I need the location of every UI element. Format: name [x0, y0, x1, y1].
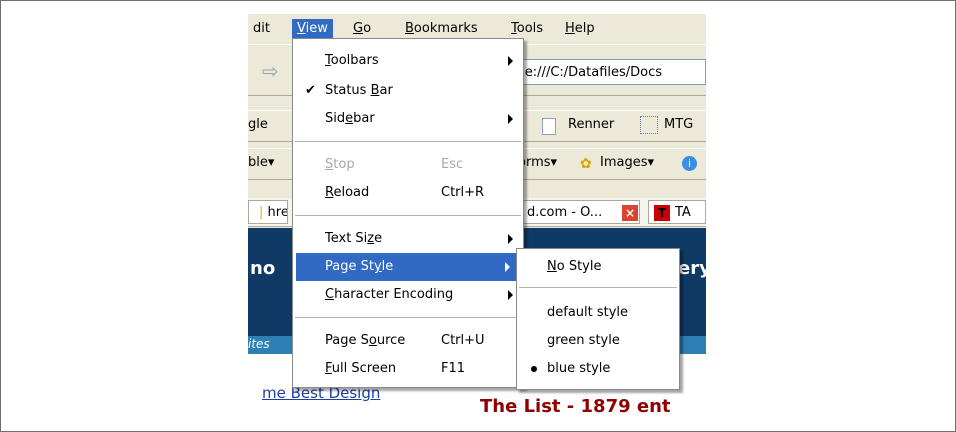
images-icon: ✿ [580, 156, 592, 172]
menu-item-full-screen[interactable]: Full Screen F11 [293, 355, 523, 383]
browser-window: dit View Go Bookmarks Tools Help ⇨ file:… [248, 14, 706, 416]
status-bar-label: Status Bar [325, 83, 393, 98]
checkmark-icon: ✔ [305, 83, 316, 98]
submenu-item-default-style[interactable]: default style [517, 299, 679, 327]
menu-item-status-bar[interactable]: ✔ Status Bar [293, 77, 523, 105]
radio-bullet-icon [531, 366, 537, 372]
submenu-arrow-icon [508, 290, 513, 300]
page-style-submenu: No Style default style green style blue … [516, 248, 680, 390]
menu-item-sidebar[interactable]: Sidebar [293, 105, 523, 133]
stop-label: Stop [325, 157, 355, 172]
view-menu: Toolbars ✔ Status Bar Sidebar Stop Esc R… [292, 38, 524, 388]
info-icon[interactable]: i [682, 156, 697, 171]
tab-third-label: TA [675, 205, 691, 220]
menu-item-toolbars[interactable]: Toolbars [293, 47, 523, 75]
menu-separator [295, 141, 521, 142]
toolbars-label: Toolbars [325, 53, 379, 68]
bookmark-renner[interactable]: Renner [568, 115, 614, 135]
submenu-item-blue-style[interactable]: blue style [517, 355, 679, 383]
forward-arrow-icon[interactable]: ⇨ [262, 59, 286, 83]
bookmark-mtg[interactable]: MTG [664, 115, 693, 135]
page-icon [542, 118, 556, 135]
default-style-label: default style [547, 305, 629, 320]
page-source-label: Page Source [325, 333, 406, 348]
menu-separator [519, 287, 677, 288]
stripe-fragment: ites [248, 337, 270, 351]
menu-item-text-size[interactable]: Text Size [293, 225, 523, 253]
menu-item-page-source[interactable]: Page Source Ctrl+U [293, 327, 523, 355]
menu-bookmarks[interactable]: Bookmarks [400, 19, 483, 39]
grid-icon [640, 116, 658, 134]
page-style-label: Page Style [325, 259, 394, 274]
character-encoding-label: Character Encoding [325, 287, 454, 302]
menu-separator [295, 215, 521, 216]
stop-shortcut: Esc [441, 157, 464, 172]
submenu-arrow-icon [508, 234, 513, 244]
full-screen-shortcut: F11 [441, 361, 466, 376]
favicon-t-icon: T [654, 205, 670, 221]
menu-separator [295, 317, 521, 318]
tab-first-label: hre [267, 205, 288, 220]
menu-edit[interactable]: dit [248, 19, 275, 39]
submenu-arrow-icon [505, 262, 510, 272]
submenu-arrow-icon [508, 114, 513, 124]
menu-help[interactable]: Help [560, 19, 600, 39]
submenu-arrow-icon [508, 56, 513, 66]
list-title: The List - 1879 ent [480, 396, 671, 416]
green-style-label: green style [547, 333, 620, 348]
menu-item-stop: Stop Esc [293, 151, 523, 179]
menu-item-page-style[interactable]: Page Style [296, 253, 520, 281]
header-fragment-left: no [250, 258, 276, 279]
tab-first[interactable]: | hre [248, 200, 288, 224]
tab-second-label: d.com - O... [527, 205, 603, 220]
images-menu[interactable]: Images▾ [600, 153, 654, 173]
text-size-label: Text Size [325, 231, 383, 246]
reload-label: Reload [325, 185, 370, 200]
no-style-label: No Style [547, 259, 602, 274]
sidebar-label: Sidebar [325, 111, 375, 126]
menu-view[interactable]: View [292, 19, 333, 39]
menu-item-reload[interactable]: Reload Ctrl+R [293, 179, 523, 207]
blue-style-label: blue style [547, 361, 611, 376]
close-tab-icon[interactable]: × [622, 205, 638, 221]
full-screen-label: Full Screen [325, 361, 397, 376]
extension-fragment[interactable]: ble▾ [248, 153, 274, 173]
header-fragment-right: ery [678, 258, 706, 279]
submenu-item-no-style[interactable]: No Style [517, 253, 679, 281]
bookmark-fragment[interactable]: gle [248, 115, 268, 135]
menu-item-character-encoding[interactable]: Character Encoding [293, 281, 523, 309]
page-source-shortcut: Ctrl+U [441, 333, 485, 348]
submenu-item-green-style[interactable]: green style [517, 327, 679, 355]
menu-tools[interactable]: Tools [506, 19, 548, 39]
url-input[interactable]: file:///C:/Datafiles/Docs [502, 59, 706, 85]
reload-shortcut: Ctrl+R [441, 185, 485, 200]
menu-go[interactable]: Go [348, 19, 376, 39]
